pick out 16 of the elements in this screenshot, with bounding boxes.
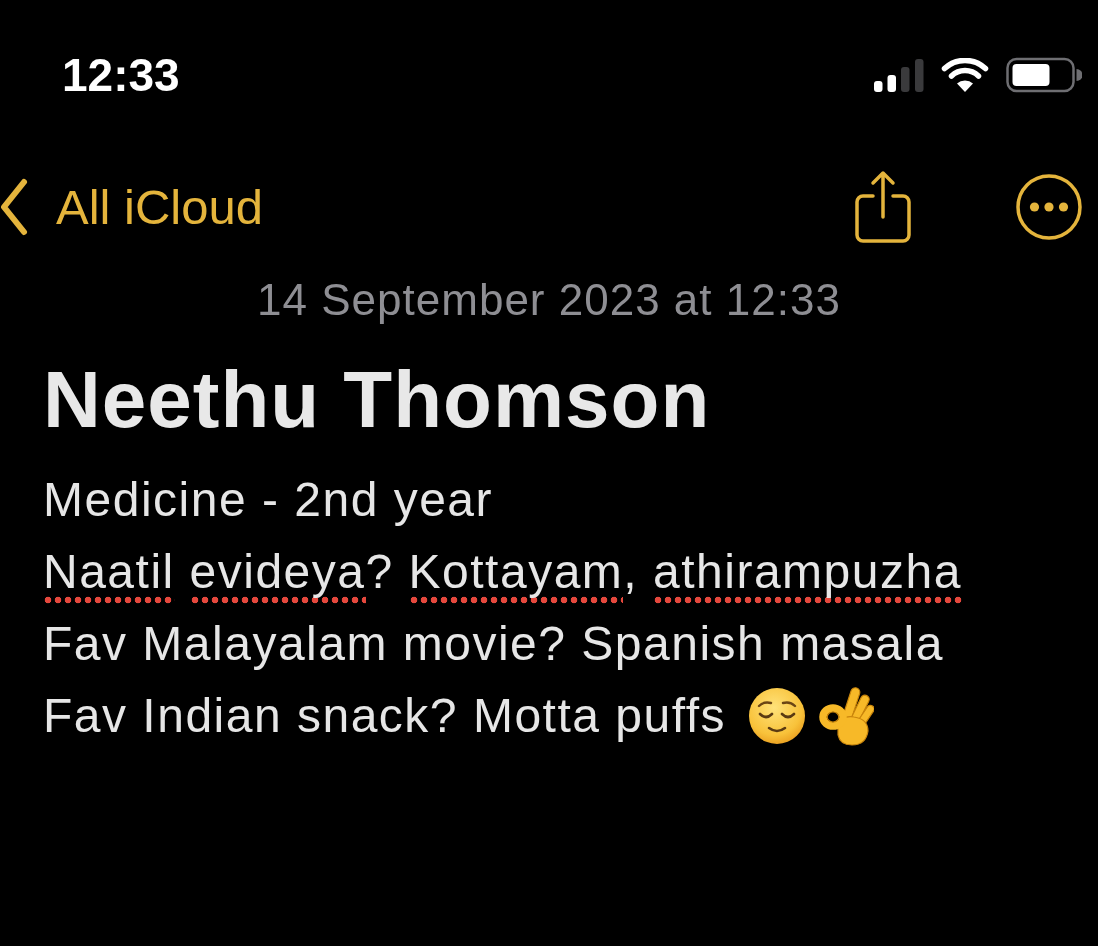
battery-icon bbox=[1006, 57, 1082, 93]
wifi-icon bbox=[941, 57, 989, 93]
chevron-left-icon bbox=[0, 178, 28, 236]
status-time: 12:33 bbox=[62, 52, 180, 98]
note-title: Neethu Thomson bbox=[43, 354, 711, 446]
more-icon[interactable] bbox=[1016, 174, 1082, 240]
back-button[interactable]: All iCloud bbox=[0, 177, 263, 237]
note-line: Naatil evideya? Kottayam, athirampuzha bbox=[43, 536, 962, 608]
note-date: 14 September 2023 at 12:33 bbox=[256, 274, 842, 326]
share-icon[interactable] bbox=[854, 170, 912, 244]
note-line: Fav Indian snack? Motta puffs bbox=[43, 688, 726, 744]
ok-hand-icon bbox=[817, 685, 874, 747]
note-line: Medicine - 2nd year bbox=[43, 472, 494, 528]
signal-icon bbox=[874, 58, 924, 92]
relieved-face-icon bbox=[747, 687, 806, 745]
note-line: Fav Malayalam movie? Spanish masala bbox=[43, 616, 944, 672]
